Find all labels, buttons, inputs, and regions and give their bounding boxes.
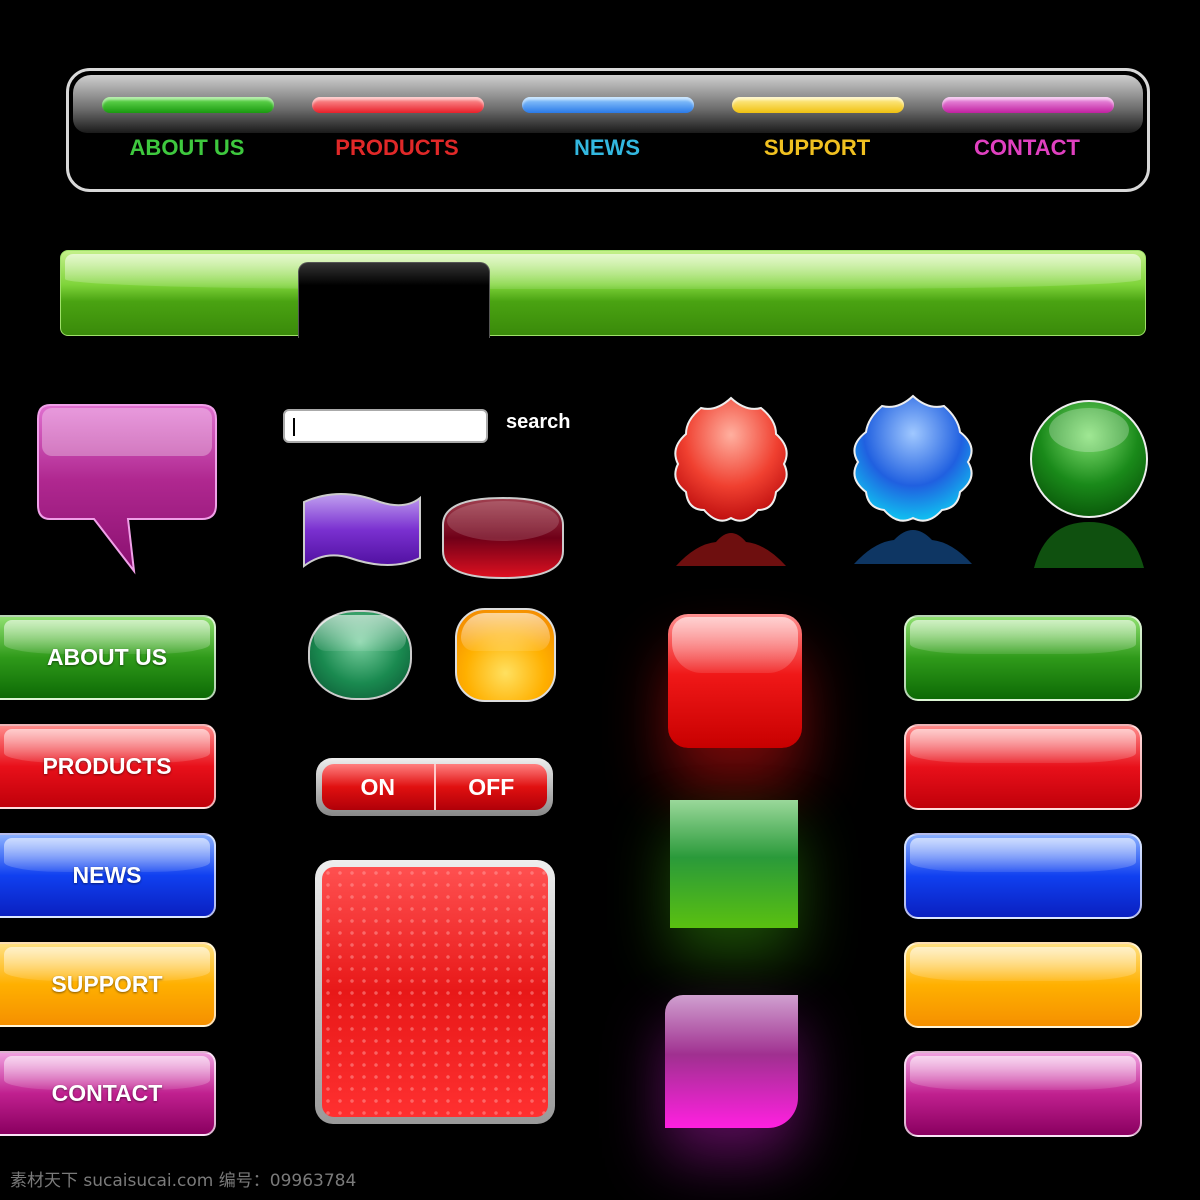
nav-indicator-about [102, 97, 274, 113]
text-caret [293, 418, 295, 436]
on-off-toggle[interactable]: ON OFF [316, 758, 553, 816]
nav-products[interactable]: PRODUCTS [292, 135, 502, 161]
nav-support[interactable]: SUPPORT [712, 135, 922, 161]
nav-indicator-products [312, 97, 484, 113]
green-tab-bar [60, 250, 1146, 336]
toggle-on[interactable]: ON [322, 764, 436, 810]
blue-star-badge[interactable] [844, 392, 982, 572]
news-button[interactable]: NEWS [0, 833, 216, 918]
red-star-badge[interactable] [666, 394, 796, 574]
nav-news[interactable]: NEWS [502, 135, 712, 161]
nav-indicator-support [732, 97, 904, 113]
green-square-button[interactable] [670, 800, 798, 928]
red-button[interactable] [904, 724, 1142, 810]
green-circle-badge[interactable] [1026, 396, 1152, 572]
nav-contact[interactable]: CONTACT [922, 135, 1132, 161]
yellow-round-button[interactable] [455, 608, 556, 702]
green-round-button[interactable] [308, 610, 412, 700]
wave-button[interactable] [300, 492, 424, 576]
green-button[interactable] [904, 615, 1142, 701]
red-square-button[interactable] [668, 614, 802, 748]
speech-bubble-button[interactable] [36, 403, 220, 575]
nav-indicator-news [522, 97, 694, 113]
purple-button[interactable] [904, 1051, 1142, 1137]
cylinder-button[interactable] [440, 495, 566, 581]
support-button[interactable]: SUPPORT [0, 942, 216, 1027]
about-us-button[interactable]: ABOUT US [0, 615, 216, 700]
search-label[interactable]: search [506, 411, 571, 434]
nav-about-us[interactable]: ABOUT US [82, 135, 292, 161]
yellow-button[interactable] [904, 942, 1142, 1028]
toggle-off[interactable]: OFF [436, 764, 548, 810]
active-tab[interactable] [298, 262, 490, 338]
top-nav-bar: ABOUT US PRODUCTS NEWS SUPPORT CONTACT [66, 68, 1150, 192]
search-input[interactable] [283, 409, 488, 443]
contact-button[interactable]: CONTACT [0, 1051, 216, 1136]
watermark: 素材天下 sucaisucai.com 编号：09963784 [10, 1171, 357, 1191]
red-display-panel [315, 860, 555, 1124]
purple-square-button[interactable] [665, 995, 798, 1128]
products-button[interactable]: PRODUCTS [0, 724, 216, 809]
nav-indicator-contact [942, 97, 1114, 113]
blue-button[interactable] [904, 833, 1142, 919]
